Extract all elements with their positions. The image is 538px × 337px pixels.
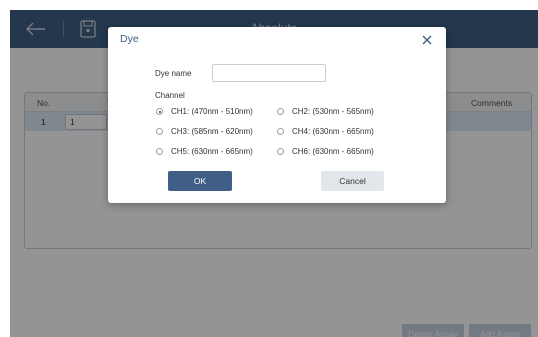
- channel-radio[interactable]: [156, 148, 163, 155]
- channel-radio[interactable]: [156, 128, 163, 135]
- channel-option-label: CH6: (630nm - 665nm): [292, 147, 374, 156]
- channel-option-label: CH5: (630nm - 665nm): [171, 147, 253, 156]
- dialog-title: Dye: [120, 33, 139, 45]
- close-button[interactable]: [421, 33, 433, 45]
- channel-radio[interactable]: [277, 108, 284, 115]
- dye-name-input[interactable]: [212, 64, 326, 82]
- dye-name-label: Dye name: [155, 69, 192, 78]
- channel-label: Channel: [155, 91, 185, 100]
- channel-option-label: CH1: (470nm - 510nm): [171, 107, 253, 116]
- cancel-button[interactable]: Cancel: [321, 171, 384, 191]
- close-icon: [422, 35, 432, 45]
- app-window: Absolute No. T Comments 1 1 Delete Assay…: [10, 10, 538, 337]
- dye-dialog: Dye Dye name Channel CH1: (470nm - 510nm…: [108, 27, 446, 203]
- channel-option-label: CH4: (630nm - 665nm): [292, 127, 374, 136]
- channel-option-label: CH2: (530nm - 565nm): [292, 107, 374, 116]
- channel-radio[interactable]: [277, 128, 284, 135]
- channel-radio[interactable]: [156, 108, 163, 115]
- ok-button[interactable]: OK: [168, 171, 232, 191]
- channel-option-label: CH3: (585nm - 620nm): [171, 127, 253, 136]
- channel-radio[interactable]: [277, 148, 284, 155]
